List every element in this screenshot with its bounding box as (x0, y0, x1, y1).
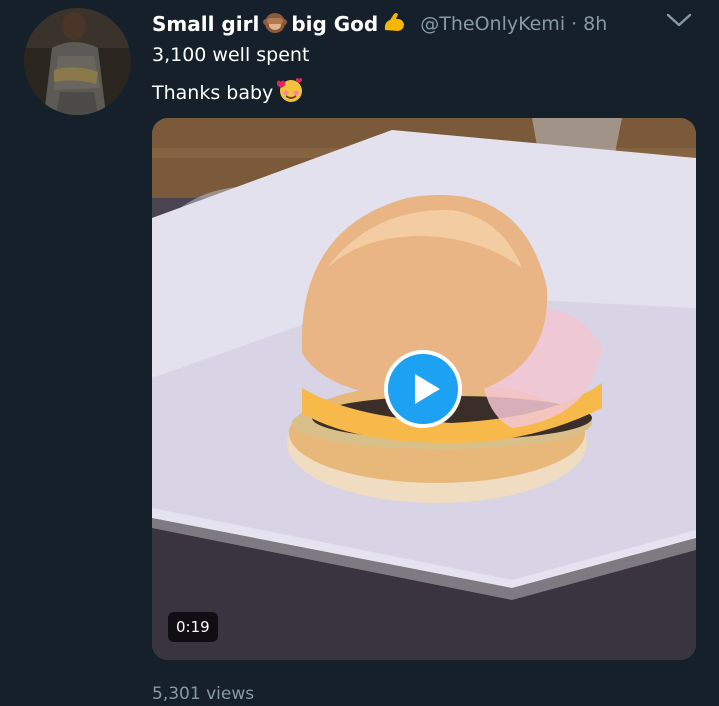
avatar[interactable] (24, 8, 131, 115)
user-handle[interactable]: @TheOnlyKemi (420, 13, 565, 35)
video-player[interactable]: 0:19 (152, 118, 696, 660)
flexed-biceps-icon (382, 10, 408, 38)
timestamp[interactable]: 8h (583, 13, 607, 35)
display-name[interactable]: Small girl (152, 12, 259, 36)
play-icon[interactable] (384, 350, 462, 428)
tweet-text-line-2: Thanks baby (152, 76, 309, 109)
smiling-face-with-hearts-icon (276, 76, 305, 109)
tweet-header: Small girl big God @TheOnlyKemi · 8h (152, 9, 689, 39)
chevron-down-icon[interactable] (666, 12, 692, 28)
see-no-evil-monkey-icon (263, 10, 288, 38)
separator-dot: · (571, 13, 578, 35)
tweet-text-line-2-label: Thanks baby (152, 81, 274, 104)
view-count: 5,301 views (152, 684, 255, 704)
display-name-suffix[interactable]: big God (291, 12, 378, 36)
video-duration: 0:19 (168, 612, 218, 642)
tweet-text-line-1: 3,100 well spent (152, 44, 310, 66)
avatar-image (24, 8, 131, 115)
